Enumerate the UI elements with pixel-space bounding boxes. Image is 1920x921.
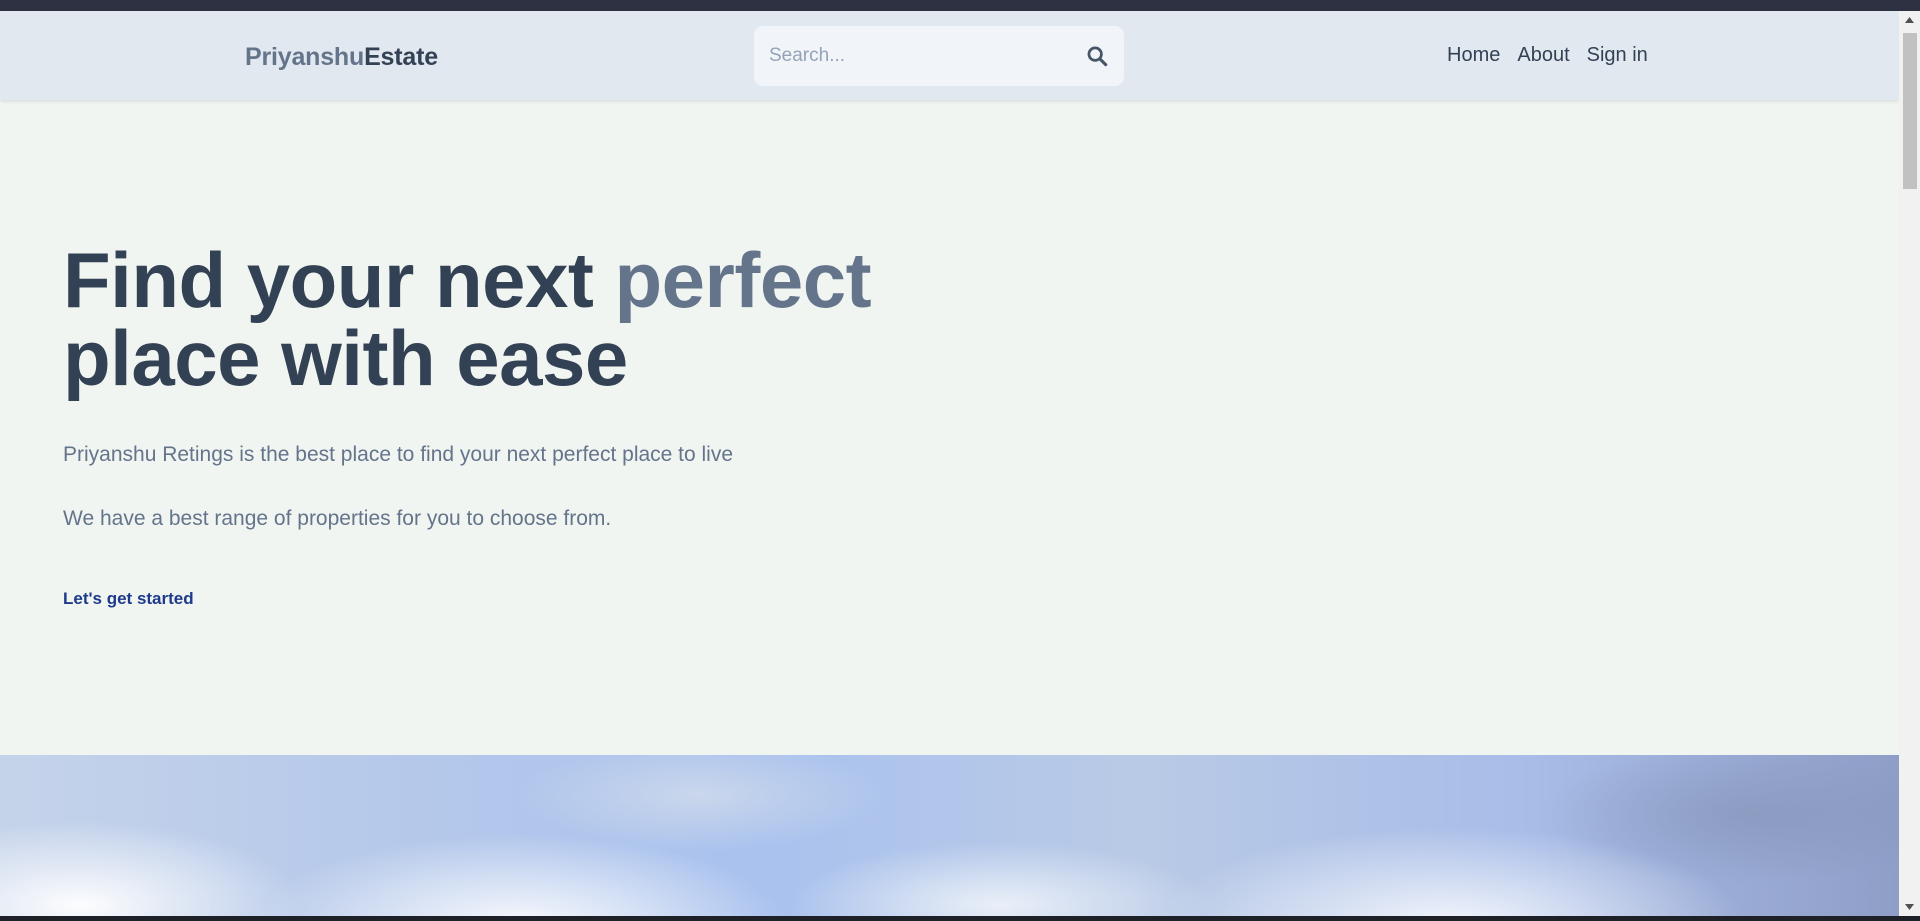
search-form [754, 26, 1124, 86]
logo-part-2: Estate [364, 43, 438, 71]
scrollbar-thumb[interactable] [1903, 33, 1917, 189]
browser-bottom-strip [0, 916, 1920, 921]
hero-title-part-1: Find your next [63, 236, 615, 324]
hero-description-1: Priyanshu Retings is the best place to f… [63, 443, 734, 466]
page-viewport: PriyanshuEstate Home About Sign in Find … [0, 11, 1899, 916]
logo-part-1: Priyanshu [245, 43, 365, 71]
browser-top-strip [0, 0, 1920, 11]
scroll-up-button[interactable] [1899, 11, 1920, 29]
hero-title-part-2: place with ease [63, 314, 628, 402]
page-scrollbar[interactable] [1899, 11, 1920, 916]
main-nav: Home About Sign in [1447, 44, 1648, 67]
hero-sky-image [0, 755, 1899, 916]
scroll-down-arrow-icon [1905, 904, 1914, 910]
site-header: PriyanshuEstate Home About Sign in [0, 11, 1899, 100]
hero-title-highlight: perfect [614, 236, 872, 324]
nav-sign-in-link[interactable]: Sign in [1587, 44, 1648, 67]
site-logo[interactable]: PriyanshuEstate [245, 43, 438, 72]
hero-title: Find your next perfect place with ease [63, 241, 963, 397]
nav-about-link[interactable]: About [1517, 44, 1569, 67]
hero-section: Find your next perfect place with ease P… [63, 241, 963, 608]
scroll-up-arrow-icon [1905, 17, 1914, 23]
search-icon [1087, 46, 1108, 67]
hero-description-2: We have a best range of properties for y… [63, 507, 612, 530]
search-button[interactable] [1084, 43, 1110, 69]
nav-home-link[interactable]: Home [1447, 44, 1500, 67]
search-input[interactable] [769, 26, 1069, 86]
scroll-down-button[interactable] [1899, 898, 1920, 916]
get-started-link[interactable]: Let's get started [63, 589, 194, 609]
